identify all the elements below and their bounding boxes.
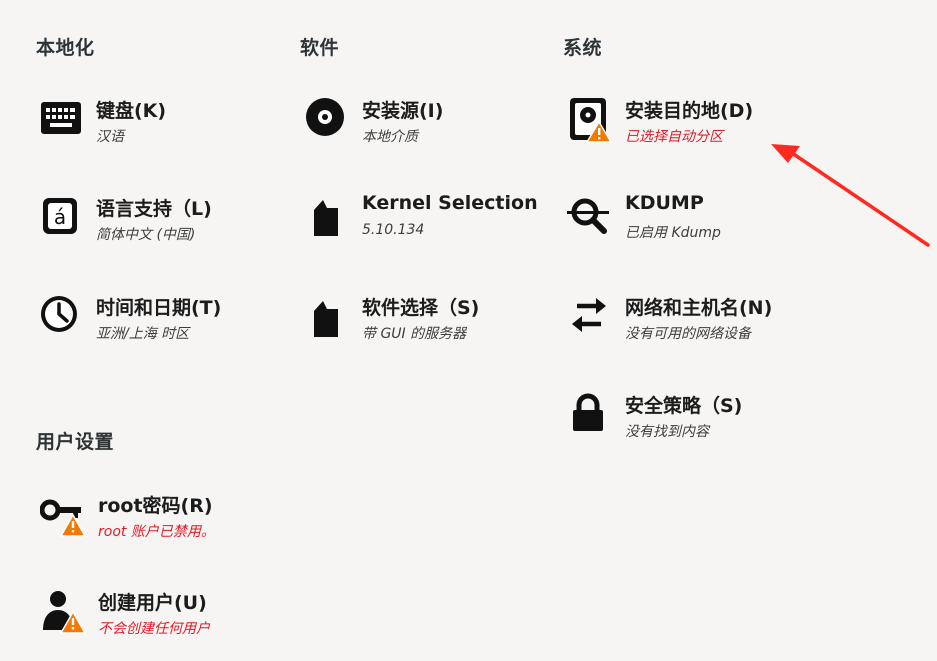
spoke-language[interactable]: á 语言支持（L) 简体中文 (中国) [38,196,268,266]
spoke-user-creation[interactable]: 创建用户(U) 不会创建任何用户 [40,590,270,660]
language-icon: á [38,196,84,242]
network-arrows-icon [567,295,613,341]
section-title-system: 系统 [563,37,603,59]
spoke-network-hostname-title: 网络和主机名(N) [625,297,773,319]
spoke-software-selection[interactable]: 软件选择（S) 带 GUI 的服务器 [304,295,534,365]
kdump-search-icon [567,194,613,240]
spoke-keyboard[interactable]: 键盘(K) 汉语 [38,98,258,168]
spoke-kernel-selection-title: Kernel Selection [362,192,538,214]
spoke-installation-destination-title: 安装目的地(D) [625,100,754,122]
spoke-software-selection-title: 软件选择（S) [362,297,480,319]
spoke-security-policy-status: 没有找到内容 [625,424,709,440]
clock-icon [38,295,84,341]
spoke-kdump-status: 已启用 Kdump [625,225,721,241]
user-warning-icon [40,590,86,636]
spoke-installation-source-status: 本地介质 [362,129,418,145]
spoke-network-hostname-status: 没有可用的网络设备 [625,326,751,342]
spoke-keyboard-title: 键盘(K) [96,100,167,122]
spoke-keyboard-status: 汉语 [96,129,124,145]
package-icon [304,194,350,240]
spoke-kdump[interactable]: KDUMP 已启用 Kdump [567,192,797,264]
spoke-installation-destination[interactable]: 安装目的地(D) 已选择自动分区 [567,98,797,168]
package-icon [304,295,350,341]
disc-icon [304,98,350,144]
svg-text:á: á [54,205,66,229]
spoke-language-status: 简体中文 (中国) [96,227,196,243]
spoke-network-hostname[interactable]: 网络和主机名(N) 没有可用的网络设备 [567,295,807,365]
spoke-security-policy[interactable]: 安全策略（S) 没有找到内容 [567,393,797,463]
spoke-security-policy-title: 安全策略（S) [625,395,743,417]
spoke-datetime-status: 亚洲/上海 时区 [96,326,190,342]
spoke-installation-source-title: 安装源(I) [362,100,444,122]
spoke-datetime[interactable]: 时间和日期(T) 亚洲/上海 时区 [38,295,268,365]
spoke-language-title: 语言支持（L) [96,198,212,220]
spoke-root-password-status: root 账户已禁用。 [98,524,215,540]
section-title-localization: 本地化 [36,37,95,59]
spoke-user-creation-title: 创建用户(U) [98,592,207,614]
spoke-root-password-title: root密码(R) [98,495,213,517]
spoke-datetime-title: 时间和日期(T) [96,297,222,319]
key-warning-icon [40,493,86,539]
section-title-user-settings: 用户设置 [36,431,115,453]
spoke-software-selection-status: 带 GUI 的服务器 [362,326,467,342]
spoke-kernel-selection-status: 5.10.134 [362,222,425,238]
harddisk-warning-icon [567,98,613,144]
spoke-installation-source[interactable]: 安装源(I) 本地介质 [304,98,524,168]
spoke-installation-destination-status: 已选择自动分区 [625,129,723,145]
spoke-kdump-title: KDUMP [625,192,704,214]
spoke-root-password[interactable]: root密码(R) root 账户已禁用。 [40,493,270,563]
keyboard-icon [38,98,84,144]
section-title-software: 软件 [300,37,340,59]
spoke-user-creation-status: 不会创建任何用户 [98,621,210,637]
lock-icon [567,393,613,439]
spoke-kernel-selection[interactable]: Kernel Selection 5.10.134 [304,192,538,264]
